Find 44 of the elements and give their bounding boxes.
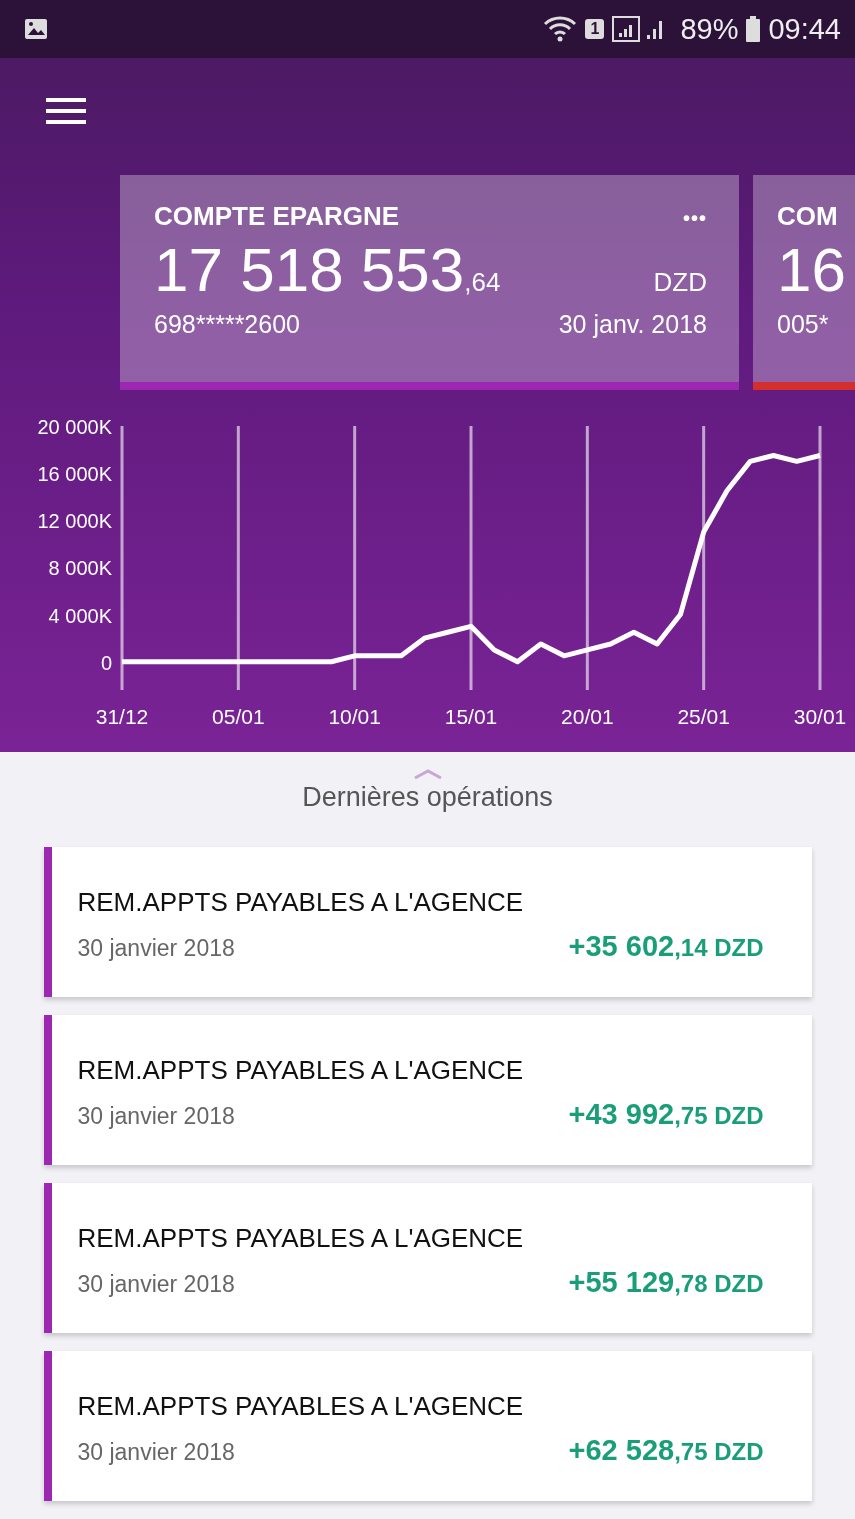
operation-card[interactable]: REM.APPTS PAYABLES A L'AGENCE 30 janvier 2018 +62 528,75 DZD — [43, 1351, 812, 1501]
clock: 09:44 — [768, 12, 841, 46]
account-number: 005* — [777, 310, 829, 340]
currency: DZD — [653, 267, 707, 298]
section-title: Dernières opérations — [302, 782, 553, 813]
operation-card[interactable]: REM.APPTS PAYABLES A L'AGENCE 30 janvier 2018 +43 992,75 DZD — [43, 1015, 812, 1165]
account-card[interactable]: COMPTE EPARGNE ••• 17 518 553,64 DZD 698*****2600 30 janv. 2018 — [120, 175, 739, 390]
axis-label: 12 000K — [37, 510, 112, 533]
operation-date: 30 janvier 2018 — [77, 1271, 235, 1298]
operation-card[interactable]: REM.APPTS PAYABLES A L'AGENCE 30 janvier 2018 +55 129,78 DZD — [43, 1183, 812, 1333]
account-balance: 16 — [777, 236, 846, 305]
operation-date: 30 janvier 2018 — [77, 1439, 235, 1466]
account-title: COM — [777, 201, 838, 232]
account-title: COMPTE EPARGNE — [154, 201, 400, 232]
axis-label: 15/01 — [444, 705, 498, 728]
battery-percent: 89% — [680, 12, 739, 46]
axis-label: 25/01 — [677, 705, 730, 728]
operation-label: REM.APPTS PAYABLES A L'AGENCE — [77, 1055, 525, 1086]
operation-date: 30 janvier 2018 — [77, 935, 235, 962]
operation-label: REM.APPTS PAYABLES A L'AGENCE — [77, 887, 525, 918]
axis-label: 0 — [100, 651, 112, 674]
operation-label: REM.APPTS PAYABLES A L'AGENCE — [77, 1223, 525, 1254]
account-balance: 17 518 553,64 — [154, 236, 501, 305]
more-button[interactable]: ••• — [683, 207, 707, 230]
operation-label: REM.APPTS PAYABLES A L'AGENCE — [77, 1391, 525, 1422]
axis-label: 30/01 — [793, 705, 847, 728]
operation-amount: +35 602,14 DZD — [568, 930, 764, 963]
account-card[interactable]: COM 16 005* — [753, 175, 855, 390]
account-number: 698*****2600 — [154, 310, 300, 340]
axis-label: 20 000K — [37, 418, 112, 438]
operation-amount: +55 129,78 DZD — [568, 1266, 764, 1299]
axis-label: 20/01 — [561, 705, 614, 728]
operation-card[interactable]: REM.APPTS PAYABLES A L'AGENCE 30 janvier 2018 +35 602,14 DZD — [43, 847, 812, 997]
axis-label: 16 000K — [37, 463, 112, 486]
operation-amount: +43 992,75 DZD — [568, 1098, 764, 1131]
account-date: 30 janv. 2018 — [558, 310, 707, 340]
sim-badge: 1 — [585, 19, 605, 39]
axis-label: 4 000K — [48, 604, 112, 627]
axis-label: 31/12 — [95, 705, 149, 728]
axis-label: 05/01 — [212, 705, 265, 728]
operation-amount: +62 528,75 DZD — [568, 1434, 764, 1467]
operation-date: 30 janvier 2018 — [77, 1103, 235, 1130]
axis-label: 10/01 — [328, 705, 381, 728]
axis-label: 8 000K — [48, 557, 112, 580]
